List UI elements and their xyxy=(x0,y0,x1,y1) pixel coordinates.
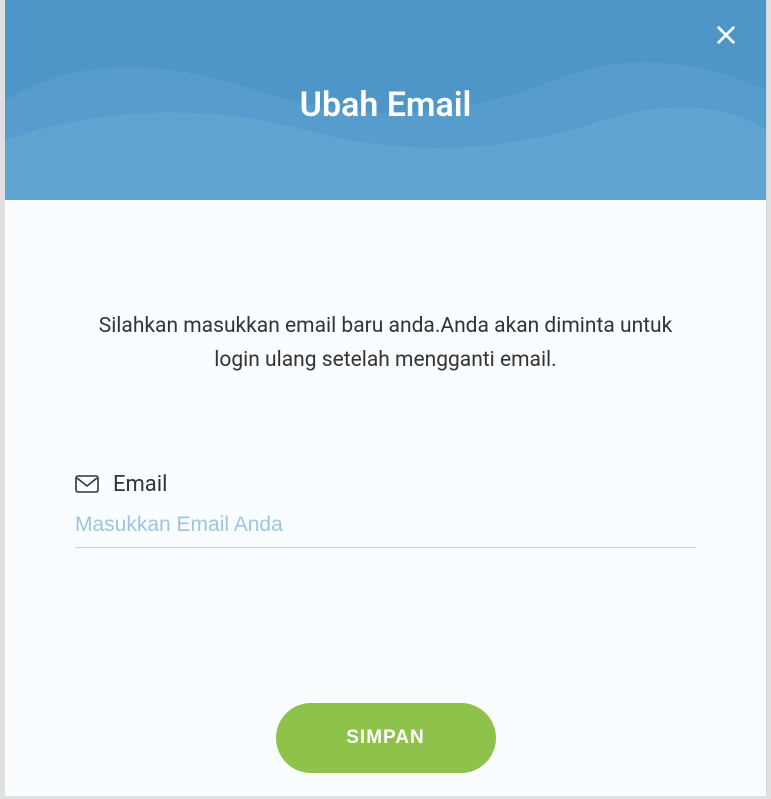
change-email-modal: Ubah Email Silahkan masukkan email baru … xyxy=(5,0,767,796)
modal-description: Silahkan masukkan email baru anda.Anda a… xyxy=(75,310,696,377)
email-input[interactable] xyxy=(75,509,696,548)
modal-title: Ubah Email xyxy=(5,85,766,125)
close-icon xyxy=(715,24,737,46)
modal-body: Silahkan masukkan email baru anda.Anda a… xyxy=(5,200,766,773)
envelope-icon xyxy=(75,475,99,495)
email-form-group: Email xyxy=(75,472,696,548)
button-container: SIMPAN xyxy=(75,703,696,773)
modal-header: Ubah Email xyxy=(5,0,766,200)
close-button[interactable] xyxy=(711,20,741,50)
save-button[interactable]: SIMPAN xyxy=(276,703,496,773)
email-label: Email xyxy=(113,472,167,497)
email-label-row: Email xyxy=(75,472,696,497)
